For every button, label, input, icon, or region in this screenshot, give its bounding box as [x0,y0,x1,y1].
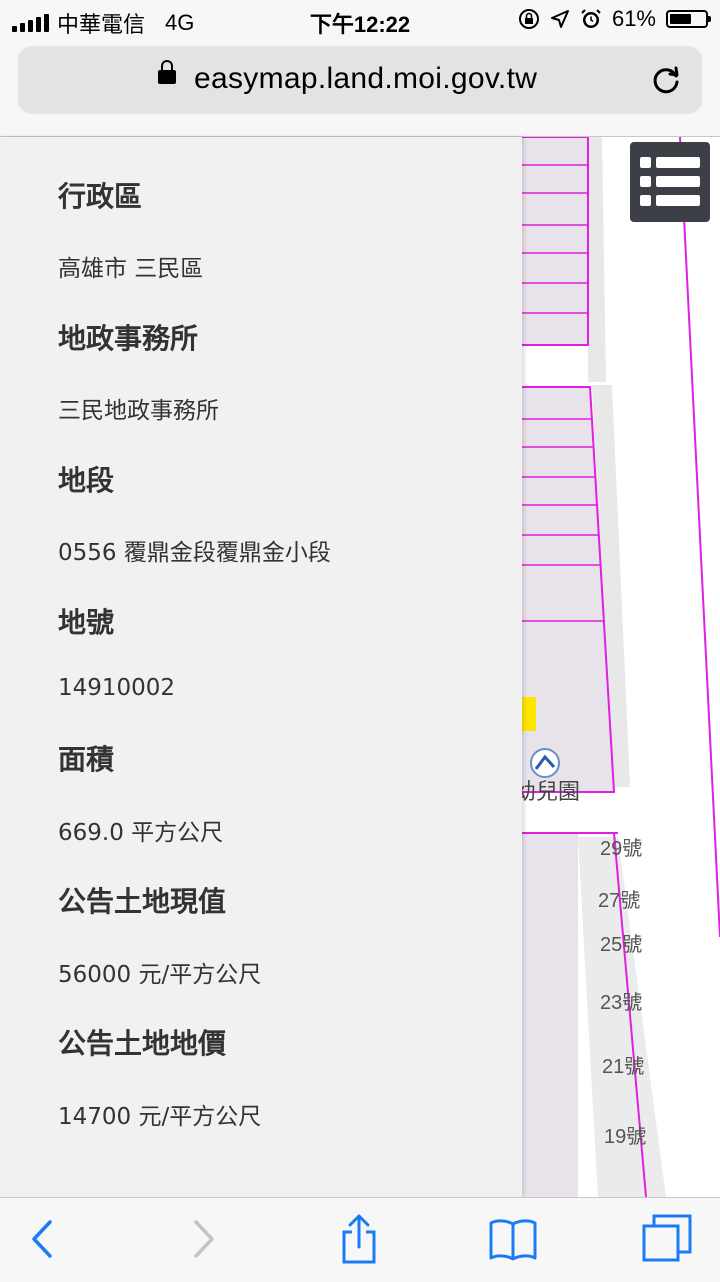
field-value-section: 0556 覆鼎金段覆鼎金小段 [58,540,331,566]
parcel-info-panel: 行政區 高雄市 三民區 地政事務所 三民地政事務所 地段 0556 覆鼎金段覆鼎… [0,137,522,1197]
back-icon[interactable] [18,1214,68,1264]
field-title-district: 行政區 [58,180,143,213]
address-host: easymap.land.moi.gov.tw [194,62,538,95]
location-arrow-icon [550,10,569,28]
house-number-label: 23號 [600,991,642,1014]
field-title-land-office: 地政事務所 [58,322,199,355]
battery-percent: 61% [611,6,656,31]
list-menu-icon [640,157,700,206]
field-value-area: 669.0 平方公尺 [58,820,224,846]
field-value-land-value: 56000 元/平方公尺 [58,962,262,988]
rotation-lock-icon [518,9,539,29]
lock-icon [158,60,176,84]
status-bar: 中華電信 4G 下午12:22 61% [0,0,720,40]
browser-address-area: easymap.land.moi.gov.tw [0,40,720,137]
house-number-label: 27號 [598,889,640,912]
field-title-section: 地段 [58,464,115,497]
address-bar[interactable]: easymap.land.moi.gov.tw [18,46,702,114]
browser-toolbar [0,1197,720,1282]
field-title-land-price: 公告土地地價 [58,1027,227,1060]
field-value-land-office: 三民地政事務所 [58,398,219,424]
field-title-lot-number: 地號 [58,606,115,639]
place-marker-icon[interactable] [530,748,560,778]
field-title-area: 面積 [58,743,115,776]
alarm-icon [581,9,601,28]
map-menu-button[interactable] [630,142,710,222]
battery-icon [666,10,711,28]
field-title-land-value: 公告土地現值 [58,885,227,918]
house-number-label: 25號 [600,933,642,956]
house-number-label: 21號 [602,1055,644,1078]
place-label: 幼兒園 [514,779,580,804]
field-value-district: 高雄市 三民區 [58,256,204,282]
bookmarks-icon[interactable] [488,1214,538,1264]
field-value-land-price: 14700 元/平方公尺 [58,1104,262,1130]
field-value-lot-number: 14910002 [58,675,176,701]
house-number-label: 19號 [604,1125,646,1148]
forward-icon[interactable] [178,1214,228,1264]
house-number-label: 29號 [600,837,642,860]
share-icon[interactable] [334,1214,384,1264]
reload-icon[interactable] [648,62,684,98]
tabs-icon[interactable] [642,1214,692,1264]
